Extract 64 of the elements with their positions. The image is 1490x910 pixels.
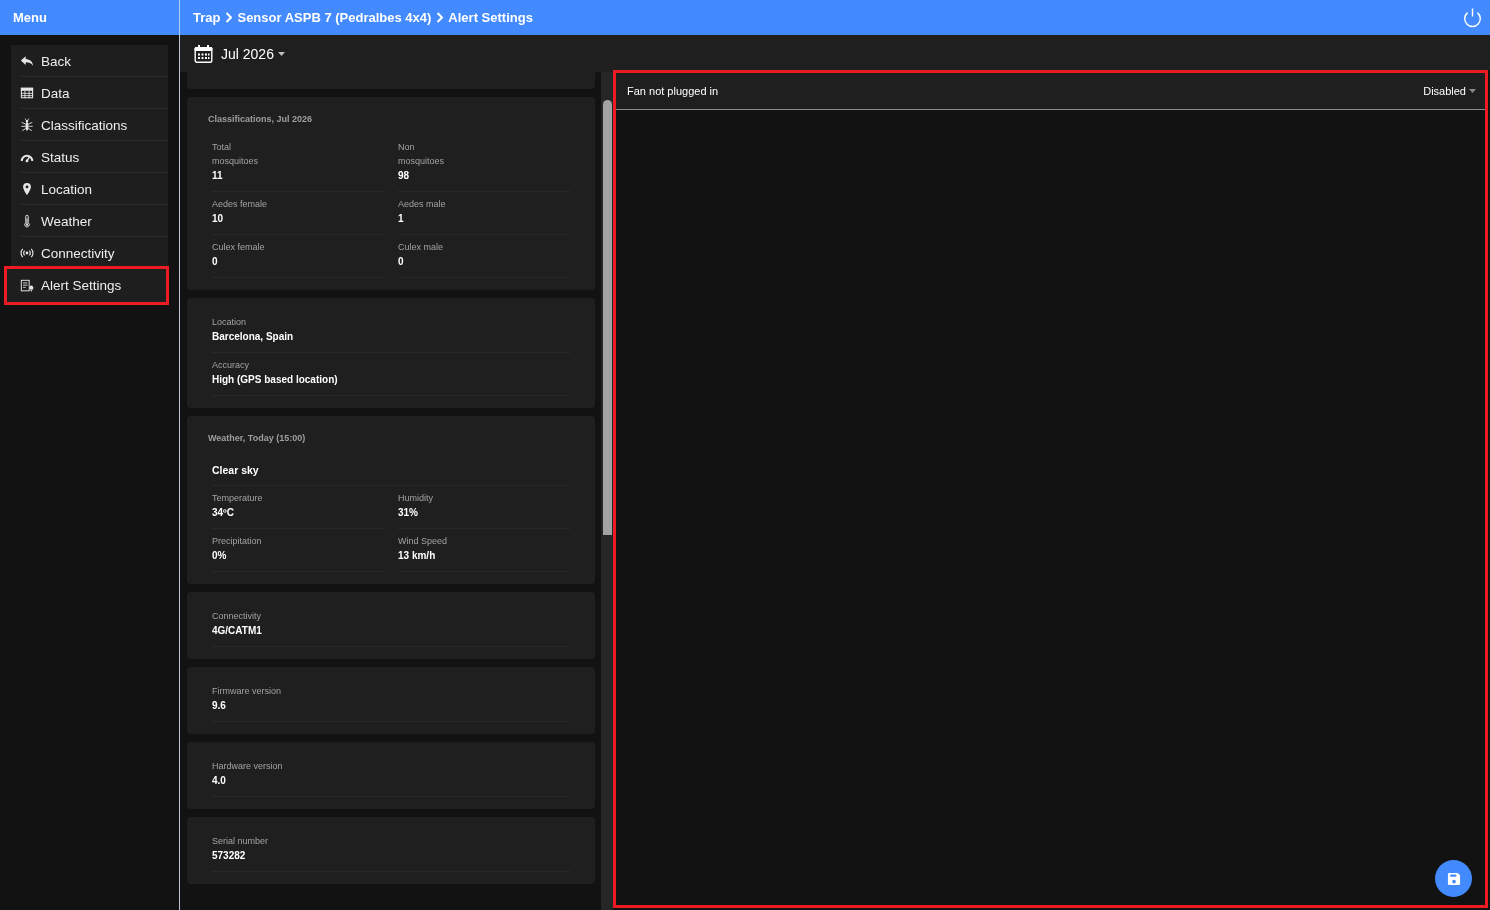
save-button[interactable] [1435, 860, 1472, 897]
table-icon [20, 86, 34, 100]
sidebar-item[interactable]: Classifications [11, 109, 168, 141]
caret-icon [277, 51, 285, 56]
sidebar-item[interactable]: Alert Settings [4, 266, 169, 305]
field-label: Total mosquitoes [212, 141, 260, 168]
menu-title: Menu [13, 10, 47, 25]
save-icon [1446, 871, 1461, 886]
field-value: 4G/CATM1 [212, 624, 263, 638]
field-label: Location [212, 316, 248, 329]
field-label: Serial number [212, 835, 270, 848]
field-value: 0% [212, 549, 228, 563]
field-value: 34ºC [212, 506, 235, 520]
alert-label: Fan not plugged in [627, 85, 719, 97]
breadcrumb-current: Alert Settings [448, 10, 533, 25]
field-value: Barcelona, Spain [212, 330, 295, 344]
bug-icon [20, 118, 34, 132]
alert-dropdown[interactable]: Disabled [1423, 85, 1476, 97]
card-title: Classifications, Jul 2026 [208, 113, 314, 126]
scrollbar-thumb[interactable] [603, 100, 612, 535]
field-label: Precipitation [212, 535, 263, 548]
field-value: 31% [398, 506, 419, 520]
field-value: 10 [212, 212, 225, 226]
field-value: 0 [212, 255, 219, 269]
field-label: Connectivity [212, 610, 263, 623]
chevron-right-icon [436, 12, 444, 23]
sidebar-item[interactable]: Status [11, 141, 168, 173]
field-value: 573282 [212, 849, 247, 863]
field-label: Non mosquitoes [398, 141, 446, 168]
field-value: 0 [398, 255, 405, 269]
sidebar-item[interactable]: Connectivity [11, 237, 168, 269]
field-label: Humidity [398, 492, 434, 505]
field-value: 1 [398, 212, 405, 226]
card-title: Weather, Today (15:00) [208, 432, 307, 445]
field-value: 4.0 [212, 774, 227, 788]
sidebar-item[interactable]: Weather [11, 205, 168, 237]
caret-icon [1469, 89, 1476, 93]
document-icon [20, 278, 34, 293]
field-label: Wind Speed [398, 535, 449, 548]
field-label: Temperature [212, 492, 264, 505]
map-pin-icon [20, 182, 34, 196]
sidebar-item[interactable]: Data [11, 77, 168, 109]
field-label: Culex female [212, 241, 266, 254]
reply-arrow-icon [20, 54, 34, 68]
field-label: Hardware version [212, 760, 284, 773]
field-value: 11 [212, 169, 224, 183]
sidebar-item[interactable]: Location [11, 173, 168, 205]
power-icon [1462, 7, 1483, 28]
weather-condition: Clear sky [212, 463, 260, 478]
field-value: 9.6 [212, 699, 227, 713]
date-picker[interactable]: Jul 2026 [194, 44, 285, 63]
field-label: Culex male [398, 241, 445, 254]
sidebar-item[interactable]: Back [11, 45, 168, 77]
calendar-icon [194, 44, 213, 63]
field-value: High (GPS based location) [212, 373, 339, 387]
field-label: Aedes female [212, 198, 269, 211]
field-label: Accuracy [212, 359, 250, 372]
signal-waves-icon [20, 246, 34, 260]
field-value: 13 km/h [398, 549, 437, 563]
field-value: 98 [398, 169, 411, 183]
chevron-right-icon [225, 12, 233, 23]
field-label: Firmware version [212, 685, 282, 698]
field-label: Aedes male [398, 198, 447, 211]
power-button[interactable] [1462, 7, 1483, 28]
